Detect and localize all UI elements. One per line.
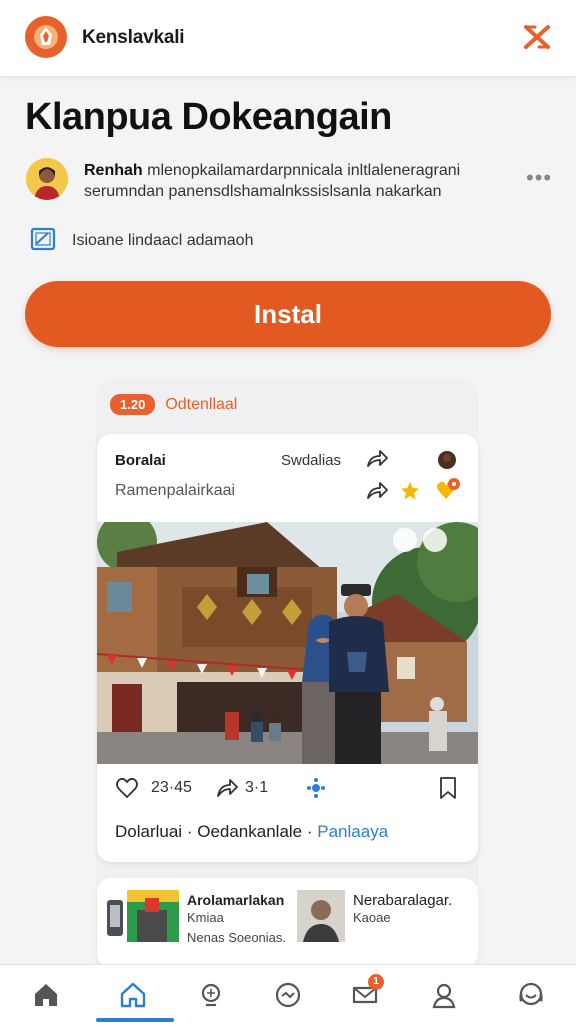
star-icon[interactable] <box>399 480 421 507</box>
related-sub-1: Kmiaa <box>187 910 224 925</box>
post-actions: 23·45 3·1 <box>115 774 460 804</box>
related-sub-1b: Nenas Soeonias. <box>187 930 287 945</box>
related-sub-2: Kaoae <box>353 910 391 925</box>
post-card[interactable]: Boralai Swdalias Ramenpalairkaai 23·45 3… <box>97 434 478 862</box>
post-meta: Swdalias <box>281 452 342 469</box>
author-avatar[interactable] <box>26 158 68 200</box>
page-title: Klanpua Dokeangain <box>25 96 392 138</box>
related-thumbnail-1[interactable] <box>127 890 179 947</box>
related-title-1[interactable]: Arolamarlakan <box>187 892 284 908</box>
promo-row[interactable]: 1.20 Odtenllaal <box>110 394 237 415</box>
bookmark-icon[interactable] <box>437 776 459 805</box>
translate-icon[interactable] <box>305 777 327 804</box>
install-button[interactable]: Instal <box>25 281 551 347</box>
description-line-2: serumndan panensdlshamalnkssislsanla nak… <box>84 183 442 200</box>
post-tag-2[interactable]: Oedankanlale <box>197 822 302 841</box>
related-title-2[interactable]: Nerabaralagar. <box>353 892 452 909</box>
promo-label: Odtenllaal <box>165 395 238 413</box>
user-avatar-icon[interactable] <box>437 450 457 475</box>
related-posts-card[interactable]: Arolamarlakan Kmiaa Nenas Soeonias. Nera… <box>97 878 478 968</box>
like-icon[interactable] <box>115 776 139 805</box>
share-icon[interactable] <box>365 448 389 475</box>
nav-home-active-icon[interactable] <box>117 979 149 1011</box>
nav-support-icon[interactable] <box>515 979 547 1011</box>
close-icon[interactable] <box>522 22 552 52</box>
description-line-1: mlenopkailamardarpnnicala inltlaleneragr… <box>142 162 461 179</box>
post-tag-1[interactable]: Dolarluai <box>115 822 182 841</box>
top-bar: Kenslavkali <box>0 0 576 77</box>
nav-active-indicator <box>96 1018 174 1022</box>
post-author[interactable]: Boralai <box>115 452 166 469</box>
description-author: Renhah <box>84 162 143 179</box>
repost-action-icon[interactable] <box>215 776 239 805</box>
window-icon <box>30 226 58 257</box>
nav-home-icon[interactable] <box>30 979 62 1011</box>
tag-separator: · <box>186 822 198 841</box>
promo-badge: 1.20 <box>110 394 156 415</box>
app-description: Renhah mlenopkailamardarpnnicala inltlal… <box>84 160 504 202</box>
more-options-icon[interactable]: ••• <box>526 165 552 191</box>
info-text: Isioane lindaacl adamaoh <box>72 232 254 249</box>
app-logo <box>25 16 67 58</box>
app-name: Kenslavkali <box>82 27 185 48</box>
repost-count: 3·1 <box>245 779 269 796</box>
notification-badge: 1 <box>368 974 384 990</box>
repost-icon[interactable] <box>365 480 389 507</box>
phone-thumb <box>105 898 125 943</box>
bottom-nav <box>0 964 576 1025</box>
nav-chat-icon[interactable] <box>272 979 304 1011</box>
post-tag-3[interactable]: Panlaaya <box>317 822 388 841</box>
nav-profile-icon[interactable] <box>428 979 460 1011</box>
tag-separator: · <box>306 822 318 841</box>
like-count: 23·45 <box>151 779 192 796</box>
post-photo[interactable] <box>97 512 478 764</box>
related-thumbnail-2[interactable] <box>297 890 345 947</box>
nav-search-icon[interactable] <box>196 979 228 1011</box>
post-subheader: Ramenpalairkaai <box>115 482 236 499</box>
info-row[interactable]: Isioane lindaacl adamaoh <box>30 226 254 257</box>
post-tags: Dolarluai · Oedankanlale · Panlaaya <box>115 822 388 842</box>
gift-heart-icon[interactable] <box>435 478 461 507</box>
